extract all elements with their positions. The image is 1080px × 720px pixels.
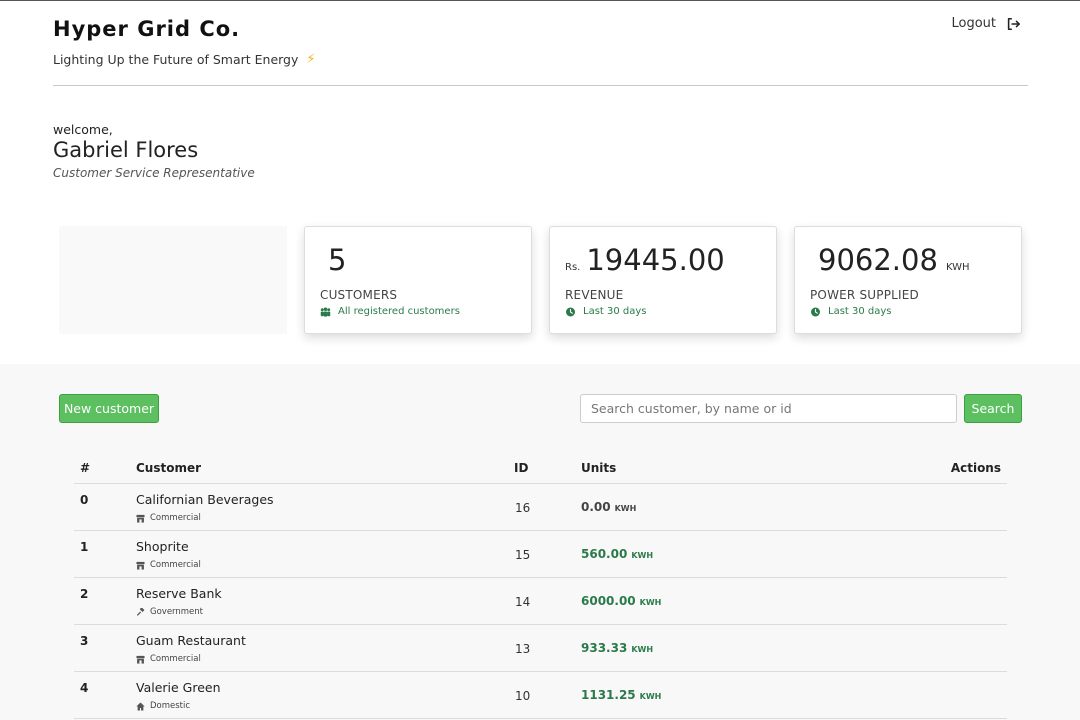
column-header-customer: Customer — [136, 461, 202, 475]
customer-name: Shoprite — [136, 539, 189, 554]
store-icon — [136, 514, 145, 523]
stat-card-customers: 5 CUSTOMERS All registered customers — [304, 226, 532, 334]
customer-type-label: Commercial — [150, 513, 201, 523]
stat-label: CUSTOMERS — [320, 288, 398, 302]
customer-type-label: Commercial — [150, 560, 201, 570]
units-value: 0.00 — [581, 500, 611, 514]
column-header-actions: Actions — [950, 461, 1001, 475]
units-label: KWH — [631, 645, 654, 654]
column-header-index: # — [80, 461, 91, 475]
users-icon — [320, 307, 331, 317]
tagline-text: Lighting Up the Future of Smart Energy — [53, 52, 299, 67]
stat-value: 5 — [328, 243, 347, 277]
table-row[interactable]: 1 Shoprite Commercial 15 560.00 KWH — [74, 531, 1007, 578]
customer-id: 14 — [515, 595, 531, 609]
table-row[interactable]: 3 Guam Restaurant Commercial 13 933.33 K… — [74, 625, 1007, 672]
row-index: 1 — [80, 540, 89, 554]
stat-subtext: All registered customers — [320, 306, 460, 317]
customer-units: 933.33 KWH — [581, 641, 653, 655]
search-input[interactable] — [580, 394, 957, 423]
user-name: Gabriel Flores — [53, 138, 199, 162]
customer-name: Reserve Bank — [136, 586, 222, 601]
home-icon — [136, 702, 145, 710]
customer-type: Commercial — [136, 560, 201, 570]
clock-icon — [566, 307, 575, 316]
stat-card-power-supplied: 9062.08 KWH POWER SUPPLIED Last 30 days — [794, 226, 1022, 334]
table-row[interactable]: 2 Reserve Bank Government 14 6000.00 KWH — [74, 578, 1007, 625]
customer-type: Commercial — [136, 654, 201, 664]
tagline: Lighting Up the Future of Smart Energy ⚡ — [53, 52, 316, 67]
units-value: 560.00 — [581, 547, 628, 561]
row-index: 0 — [80, 493, 89, 507]
clock-icon — [811, 307, 820, 316]
row-index: 3 — [80, 634, 89, 648]
gavel-icon — [137, 607, 145, 616]
units-value: 1131.25 — [581, 688, 636, 702]
header-divider — [53, 85, 1028, 86]
welcome-text: welcome, — [53, 122, 113, 137]
table-row[interactable]: 0 Californian Beverages Commercial 16 0.… — [74, 484, 1007, 531]
customer-type: Commercial — [136, 513, 201, 523]
brand-logo: Hyper Grid Co. — [53, 17, 241, 41]
stat-subtext-label: Last 30 days — [583, 306, 647, 317]
customer-type: Government — [136, 607, 203, 617]
customer-section: New customer Search # Customer ID Units … — [0, 364, 1080, 720]
store-icon — [136, 561, 145, 570]
stat-subtext-label: Last 30 days — [828, 306, 892, 317]
units-value: 6000.00 — [581, 594, 636, 608]
sign-out-icon — [1007, 17, 1020, 30]
units-label: KWH — [631, 551, 654, 560]
stat-card-revenue: Rs. 19445.00 REVENUE Last 30 days — [549, 226, 777, 334]
customer-units: 0.00 KWH — [581, 500, 636, 514]
search-button[interactable]: Search — [964, 394, 1022, 423]
currency-prefix: Rs. — [565, 262, 581, 273]
customer-units: 6000.00 KWH — [581, 594, 661, 608]
customer-id: 10 — [515, 689, 531, 703]
customer-name: Californian Beverages — [136, 492, 274, 507]
customer-type-label: Domestic — [150, 701, 191, 711]
unit-suffix: KWH — [945, 262, 970, 273]
customer-units: 1131.25 KWH — [581, 688, 661, 702]
customer-units: 560.00 KWH — [581, 547, 653, 561]
stat-subtext: Last 30 days — [565, 306, 647, 317]
units-label: KWH — [639, 692, 662, 701]
customer-id: 16 — [515, 501, 531, 515]
store-icon — [136, 655, 145, 664]
stat-subtext: Last 30 days — [810, 306, 892, 317]
logout-label: Logout — [951, 16, 996, 31]
user-role: Customer Service Representative — [53, 166, 255, 180]
customer-name: Valerie Green — [136, 680, 221, 695]
column-header-id: ID — [514, 461, 529, 475]
customer-type-label: Commercial — [150, 654, 201, 664]
stat-subtext-label: All registered customers — [338, 306, 460, 317]
row-index: 2 — [80, 587, 89, 601]
column-header-units: Units — [581, 461, 617, 475]
table-row[interactable]: 4 Valerie Green Domestic 10 1131.25 KWH — [74, 672, 1007, 719]
stat-label: POWER SUPPLIED — [810, 288, 920, 302]
customer-name: Guam Restaurant — [136, 633, 246, 648]
customer-type: Domestic — [136, 701, 190, 711]
customer-type-label: Government — [150, 607, 204, 617]
customer-table: # Customer ID Units Actions 0 California… — [74, 456, 1007, 719]
stat-label: REVENUE — [565, 288, 624, 302]
customer-id: 15 — [515, 548, 531, 562]
lightning-bolt-icon: ⚡ — [306, 52, 316, 67]
units-value: 933.33 — [581, 641, 628, 655]
units-label: KWH — [639, 598, 662, 607]
new-customer-button[interactable]: New customer — [59, 394, 159, 423]
stat-value: 19445.00 — [586, 243, 725, 277]
units-label: KWH — [614, 504, 637, 513]
stat-placeholder — [59, 226, 287, 334]
row-index: 4 — [80, 681, 89, 695]
customer-id: 13 — [515, 642, 531, 656]
stat-value: 9062.08 — [818, 243, 938, 277]
table-header: # Customer ID Units Actions — [74, 456, 1007, 484]
logout-button[interactable]: Logout — [951, 16, 1020, 31]
